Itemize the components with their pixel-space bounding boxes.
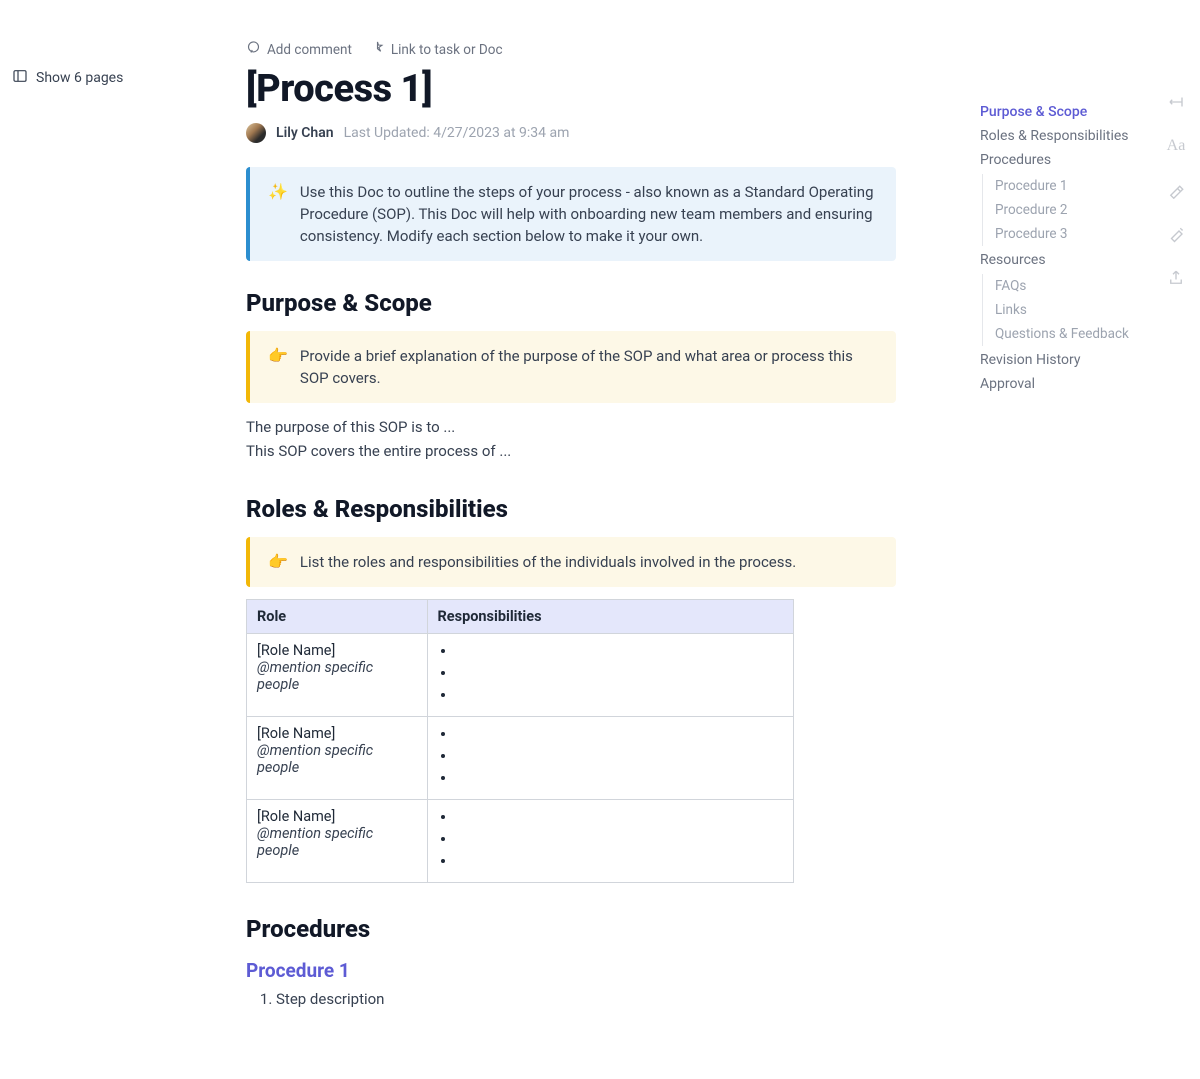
- outline-item-approval[interactable]: Approval: [980, 372, 1140, 396]
- roles-callout[interactable]: 👉 List the roles and responsibilities of…: [246, 537, 896, 587]
- role-name: [Role Name]: [257, 642, 417, 659]
- role-mention: @mention specific people: [257, 659, 417, 693]
- font-icon[interactable]: Aa: [1166, 136, 1186, 156]
- page-title[interactable]: [Process 1]: [246, 67, 896, 111]
- resp-list: [438, 725, 784, 791]
- style-icon[interactable]: [1166, 180, 1186, 200]
- heading-procedures[interactable]: Procedures: [246, 915, 896, 943]
- last-updated: Last Updated: 4/27/2023 at 9:34 am: [344, 125, 570, 141]
- purpose-callout-text: Provide a brief explanation of the purpo…: [300, 345, 878, 389]
- intro-callout[interactable]: ✨ Use this Doc to outline the steps of y…: [246, 167, 896, 261]
- link-task-label: Link to task or Doc: [391, 42, 503, 58]
- purpose-callout[interactable]: 👉 Provide a brief explanation of the pur…: [246, 331, 896, 403]
- table-row[interactable]: [Role Name] @mention specific people: [247, 634, 794, 717]
- outline-item-procedure-3[interactable]: Procedure 3: [995, 222, 1140, 246]
- procedure-1-title[interactable]: Procedure 1: [246, 959, 896, 982]
- document-main: Add comment Link to task or Doc [Process…: [246, 40, 896, 1008]
- table-row[interactable]: [Role Name] @mention specific people: [247, 717, 794, 800]
- role-name: [Role Name]: [257, 725, 417, 742]
- outline-item-procedure-2[interactable]: Procedure 2: [995, 198, 1140, 222]
- outline-item-questions[interactable]: Questions & Feedback: [995, 322, 1140, 346]
- resp-list: [438, 808, 784, 874]
- show-pages-label: Show 6 pages: [36, 70, 123, 86]
- purpose-line-1[interactable]: The purpose of this SOP is to ...: [246, 415, 896, 439]
- outline-item-resources[interactable]: Resources: [980, 248, 1140, 272]
- role-mention: @mention specific people: [257, 742, 417, 776]
- roles-table[interactable]: Role Responsibilities [Role Name] @menti…: [246, 599, 794, 883]
- table-row[interactable]: [Role Name] @mention specific people: [247, 800, 794, 883]
- heading-purpose[interactable]: Purpose & Scope: [246, 289, 896, 317]
- sidebar-icon: [12, 68, 28, 88]
- role-name: [Role Name]: [257, 808, 417, 825]
- share-icon[interactable]: [1166, 268, 1186, 288]
- link-task-button[interactable]: Link to task or Doc: [370, 40, 503, 59]
- icon-rail: Aa: [1166, 92, 1186, 288]
- top-actions: Add comment Link to task or Doc: [246, 40, 896, 59]
- purpose-line-2[interactable]: This SOP covers the entire process of ..…: [246, 439, 896, 463]
- outline-item-faqs[interactable]: FAQs: [995, 274, 1140, 298]
- outline-item-revision[interactable]: Revision History: [980, 348, 1140, 372]
- add-comment-label: Add comment: [267, 42, 352, 58]
- meta-row: Lily Chan Last Updated: 4/27/2023 at 9:3…: [246, 123, 896, 143]
- ai-icon[interactable]: [1166, 224, 1186, 244]
- link-icon: [370, 40, 385, 59]
- outline-item-links[interactable]: Links: [995, 298, 1140, 322]
- outline-sidebar: Purpose & Scope Roles & Responsibilities…: [980, 100, 1140, 396]
- step-item[interactable]: Step description: [276, 990, 896, 1008]
- resp-list: [438, 642, 784, 708]
- point-right-icon: 👉: [268, 551, 288, 573]
- comment-icon: [246, 40, 261, 59]
- outline-item-procedures[interactable]: Procedures: [980, 148, 1140, 172]
- intro-callout-text: Use this Doc to outline the steps of you…: [300, 181, 878, 247]
- add-comment-button[interactable]: Add comment: [246, 40, 352, 59]
- author-name[interactable]: Lily Chan: [276, 125, 334, 141]
- outline-item-purpose[interactable]: Purpose & Scope: [980, 100, 1140, 124]
- heading-roles[interactable]: Roles & Responsibilities: [246, 495, 896, 523]
- col-role: Role: [247, 600, 428, 634]
- outline-item-roles[interactable]: Roles & Responsibilities: [980, 124, 1140, 148]
- width-toggle-icon[interactable]: [1166, 92, 1186, 112]
- outline-item-procedure-1[interactable]: Procedure 1: [995, 174, 1140, 198]
- procedure-1-steps[interactable]: Step description: [246, 990, 896, 1008]
- sparkles-icon: ✨: [268, 181, 288, 203]
- col-responsibilities: Responsibilities: [427, 600, 794, 634]
- role-mention: @mention specific people: [257, 825, 417, 859]
- roles-callout-text: List the roles and responsibilities of t…: [300, 551, 796, 573]
- point-right-icon: 👉: [268, 345, 288, 367]
- avatar[interactable]: [246, 123, 266, 143]
- show-pages-button[interactable]: Show 6 pages: [12, 68, 123, 88]
